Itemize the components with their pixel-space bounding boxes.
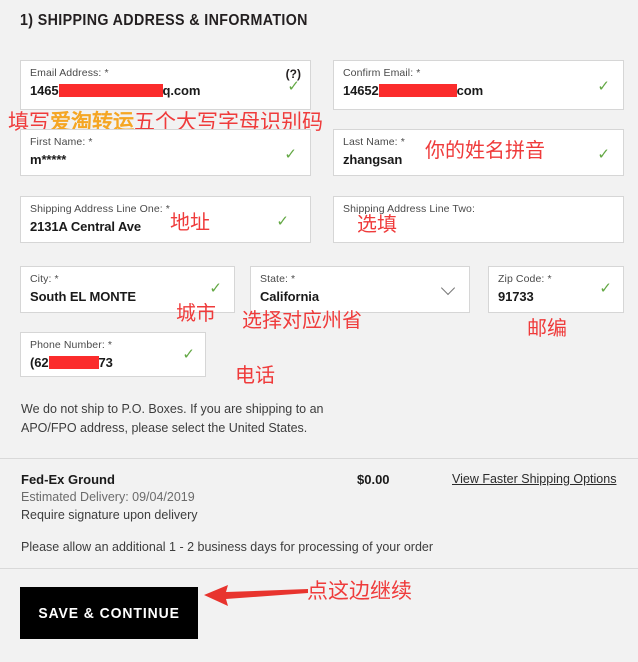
phone-number-field[interactable]: Phone Number: * (62 73 ✓ (20, 332, 206, 377)
check-icon: ✓ (597, 78, 610, 95)
check-icon: ✓ (284, 146, 297, 163)
annotation-address-two: 选填 (357, 212, 397, 236)
check-icon: ✓ (597, 146, 610, 163)
view-faster-shipping-options-link[interactable]: View Faster Shipping Options (452, 472, 616, 486)
first-name-label: First Name: * (30, 136, 93, 148)
shipping-price: $0.00 (357, 472, 390, 487)
confirm-email-label: Confirm Email: * (343, 67, 421, 79)
divider-bottom (0, 568, 638, 569)
save-and-continue-button[interactable]: SAVE & CONTINUE (20, 587, 198, 639)
annotation-state: 选择对应州省 (242, 308, 362, 332)
address-line-one-label: Shipping Address Line One: * (30, 203, 170, 215)
confirm-email-suffix: com (456, 83, 484, 98)
email-prefix: 1465 (30, 83, 59, 98)
address-line-one-field[interactable]: Shipping Address Line One: * 2131A Centr… (20, 196, 311, 243)
state-value: California (260, 289, 319, 304)
zip-code-field[interactable]: Zip Code: * 91733 ✓ (488, 266, 624, 313)
confirm-email-field[interactable]: Confirm Email: * 14652 com ✓ (333, 60, 624, 110)
save-and-continue-label: SAVE & CONTINUE (38, 604, 180, 622)
shipping-estimated-delivery: Estimated Delivery: 09/04/2019 (21, 490, 195, 504)
state-label: State: * (260, 273, 296, 285)
redaction-bar (48, 356, 99, 370)
pointer-arrow-icon (204, 585, 308, 606)
zip-code-value: 91733 (498, 289, 534, 304)
annotation-zip: 邮编 (527, 316, 567, 340)
confirm-email-prefix: 14652 (343, 83, 379, 98)
check-icon: ✓ (287, 78, 300, 95)
first-name-value: m***** (30, 152, 67, 167)
annotation-continue: 点这边继续 (307, 579, 412, 603)
email-suffix: q.com (162, 83, 201, 98)
shipping-method-name: Fed-Ex Ground (21, 472, 115, 487)
city-value: South EL MONTE (30, 289, 136, 304)
email-address-value: 1465 q.com (30, 83, 200, 98)
divider-top (0, 458, 638, 459)
first-name-field[interactable]: First Name: * m***** ✓ (20, 129, 311, 176)
annotation-city: 城市 (176, 301, 216, 325)
address-line-one-value: 2131A Central Ave (30, 219, 142, 234)
confirm-email-value: 14652 com (343, 83, 483, 98)
zip-code-label: Zip Code: * (498, 273, 552, 285)
check-icon: ✓ (182, 346, 195, 363)
state-dropdown[interactable]: State: * California (250, 266, 470, 313)
check-icon: ✓ (276, 213, 289, 230)
chevron-down-icon[interactable] (440, 280, 456, 296)
shipping-signature-note: Require signature upon delivery (21, 508, 198, 522)
shipping-processing-note: Please allow an additional 1 - 2 busines… (21, 540, 434, 554)
redaction-bar (58, 84, 163, 98)
phone-prefix: (62 (30, 355, 49, 370)
annotation-address: 地址 (170, 210, 210, 234)
phone-number-label: Phone Number: * (30, 339, 113, 351)
phone-suffix: 73 (98, 355, 113, 370)
email-address-field[interactable]: Email Address: * 1465 q.com (?) ✓ (20, 60, 311, 110)
last-name-value: zhangsan (343, 152, 403, 167)
page-title: 1) SHIPPING ADDRESS & INFORMATION (20, 12, 308, 29)
city-label: City: * (30, 273, 59, 285)
email-address-label: Email Address: * (30, 67, 109, 79)
check-icon: ✓ (209, 280, 222, 297)
annotation-last-name: 你的姓名拼音 (425, 138, 545, 162)
po-box-note: We do not ship to P.O. Boxes. If you are… (21, 402, 324, 435)
phone-number-value: (62 73 (30, 355, 113, 370)
redaction-bar (378, 84, 457, 98)
check-icon: ✓ (599, 280, 612, 297)
annotation-phone: 电话 (235, 363, 275, 387)
last-name-label: Last Name: * (343, 136, 405, 148)
